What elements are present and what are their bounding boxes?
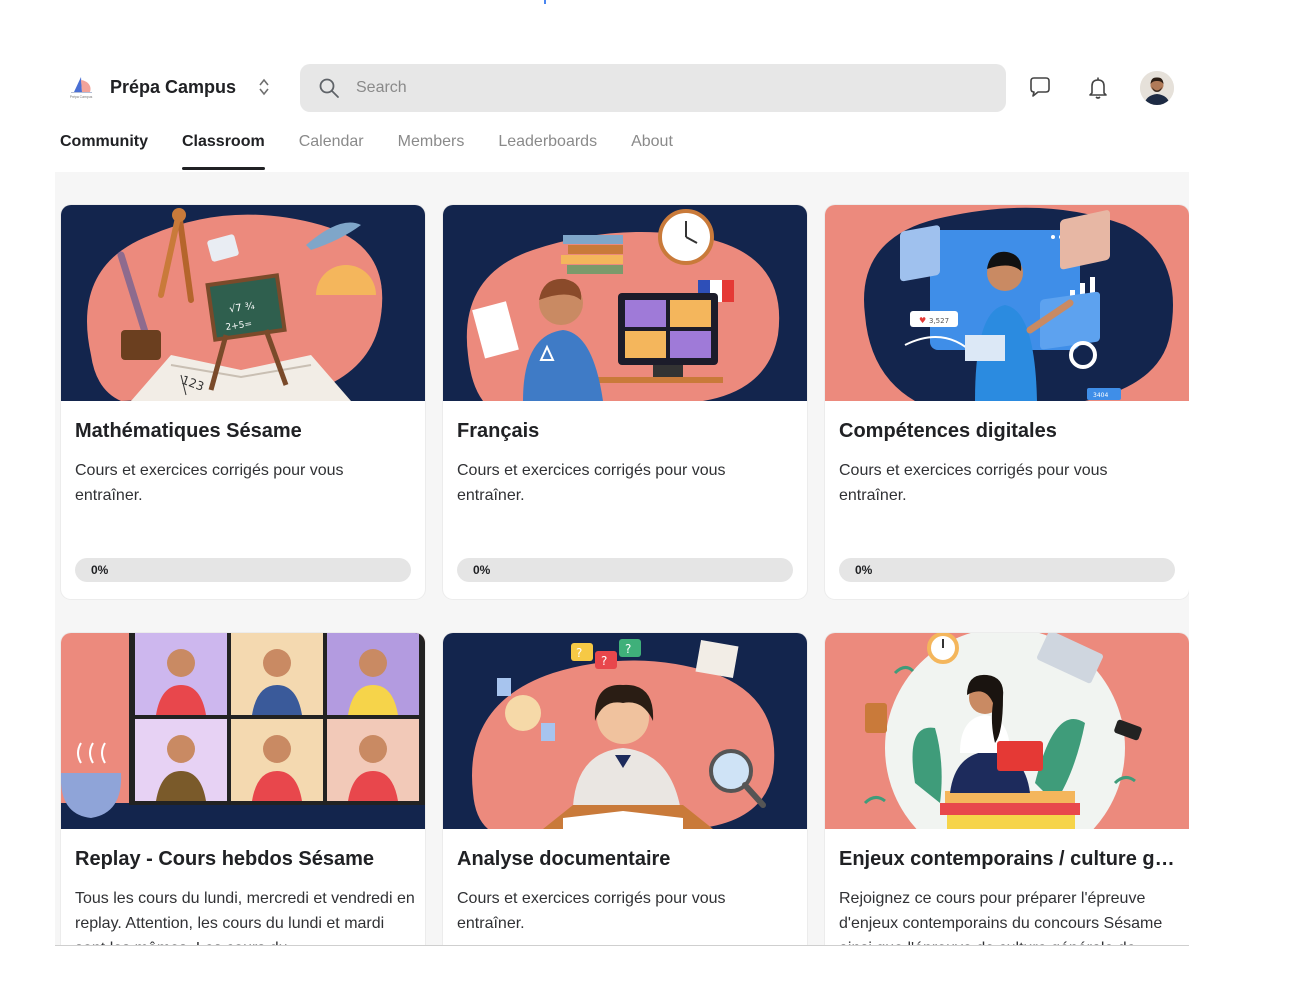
course-progress-bar: 0% (75, 558, 411, 582)
classroom-content: √7 ¾ 2+5= 123 Mathématiques Sésame Cours… (55, 172, 1189, 946)
brand-logo: Prépa Campus (66, 72, 96, 102)
video-class-illustration (443, 205, 807, 401)
top-edge-mark (544, 0, 546, 4)
course-card-francais[interactable]: Français Cours et exercices corrigés pou… (443, 205, 807, 599)
course-description: Cours et exercices corrigés pour vous en… (839, 462, 1108, 504)
course-title: Mathématiques Sésame (75, 420, 302, 442)
course-description: Tous les cours du lundi, mercredi et ven… (75, 890, 415, 945)
progress-label: 0% (91, 563, 109, 577)
course-title: Replay - Cours hebdos Sésame (75, 848, 374, 870)
top-bar: Prépa Campus Prépa Campus (60, 64, 1190, 112)
svg-text:?: ? (576, 646, 582, 660)
svg-text:?: ? (625, 642, 631, 656)
course-card-competences-digitales[interactable]: ♥ 3,527 3404 Compétences digitales Cours… (825, 205, 1189, 599)
svg-text:3,527: 3,527 (929, 317, 949, 325)
search-bar[interactable] (300, 64, 1006, 112)
tab-classroom[interactable]: Classroom (182, 130, 265, 170)
laptop-books-illustration (825, 633, 1189, 829)
community-name: Prépa Campus (110, 76, 237, 97)
course-title: Enjeux contemporains / culture gé... (839, 848, 1179, 870)
course-grid: √7 ¾ 2+5= 123 Mathématiques Sésame Cours… (61, 205, 1189, 945)
course-description: Rejoignez ce cours pour préparer l'épreu… (839, 890, 1163, 945)
course-description: Cours et exercices corrigés pour vous en… (75, 462, 344, 504)
video-grid-illustration (61, 633, 425, 829)
tab-about[interactable]: About (631, 130, 673, 170)
primary-tabs: Community Classroom Calendar Members Lea… (60, 130, 707, 172)
tab-community[interactable]: Community (60, 130, 148, 170)
chevron-up-down-icon[interactable] (258, 77, 270, 97)
svg-text:3404: 3404 (1093, 392, 1108, 399)
progress-label: 0% (473, 563, 491, 577)
course-progress-bar: 0% (839, 558, 1175, 582)
course-card-analyse-documentaire[interactable]: ? ? ? Analyse documentaire Cours et exer… (443, 633, 807, 945)
course-progress-bar: 0% (457, 558, 793, 582)
tab-members[interactable]: Members (398, 130, 465, 170)
course-card-replay[interactable]: Replay - Cours hebdos Sésame Tous les co… (61, 633, 425, 945)
svg-text:Prépa Campus: Prépa Campus (70, 95, 93, 99)
course-title: Analyse documentaire (457, 848, 671, 870)
math-tools-illustration: √7 ¾ 2+5= 123 (61, 205, 425, 401)
tab-leaderboards[interactable]: Leaderboards (498, 130, 597, 170)
user-avatar[interactable] (1140, 71, 1174, 105)
tab-calendar[interactable]: Calendar (299, 130, 364, 170)
chat-icon[interactable] (1026, 74, 1054, 102)
svg-text:?: ? (601, 654, 607, 668)
digital-dashboard-illustration: ♥ 3,527 3404 (825, 205, 1189, 401)
course-card-enjeux-contemporains[interactable]: Enjeux contemporains / culture gé... Rej… (825, 633, 1189, 945)
course-description: Cours et exercices corrigés pour vous en… (457, 890, 726, 932)
search-input[interactable] (356, 79, 956, 97)
bell-icon[interactable] (1084, 74, 1112, 102)
community-switcher[interactable]: Prépa Campus Prépa Campus (66, 72, 270, 102)
student-reading-illustration: ? ? ? (443, 633, 807, 829)
search-icon (318, 77, 340, 99)
course-card-mathematiques[interactable]: √7 ¾ 2+5= 123 Mathématiques Sésame Cours… (61, 205, 425, 599)
progress-label: 0% (855, 563, 873, 577)
svg-text:♥: ♥ (919, 316, 926, 325)
course-title: Français (457, 420, 540, 442)
course-title: Compétences digitales (839, 420, 1057, 442)
course-description: Cours et exercices corrigés pour vous en… (457, 462, 726, 504)
